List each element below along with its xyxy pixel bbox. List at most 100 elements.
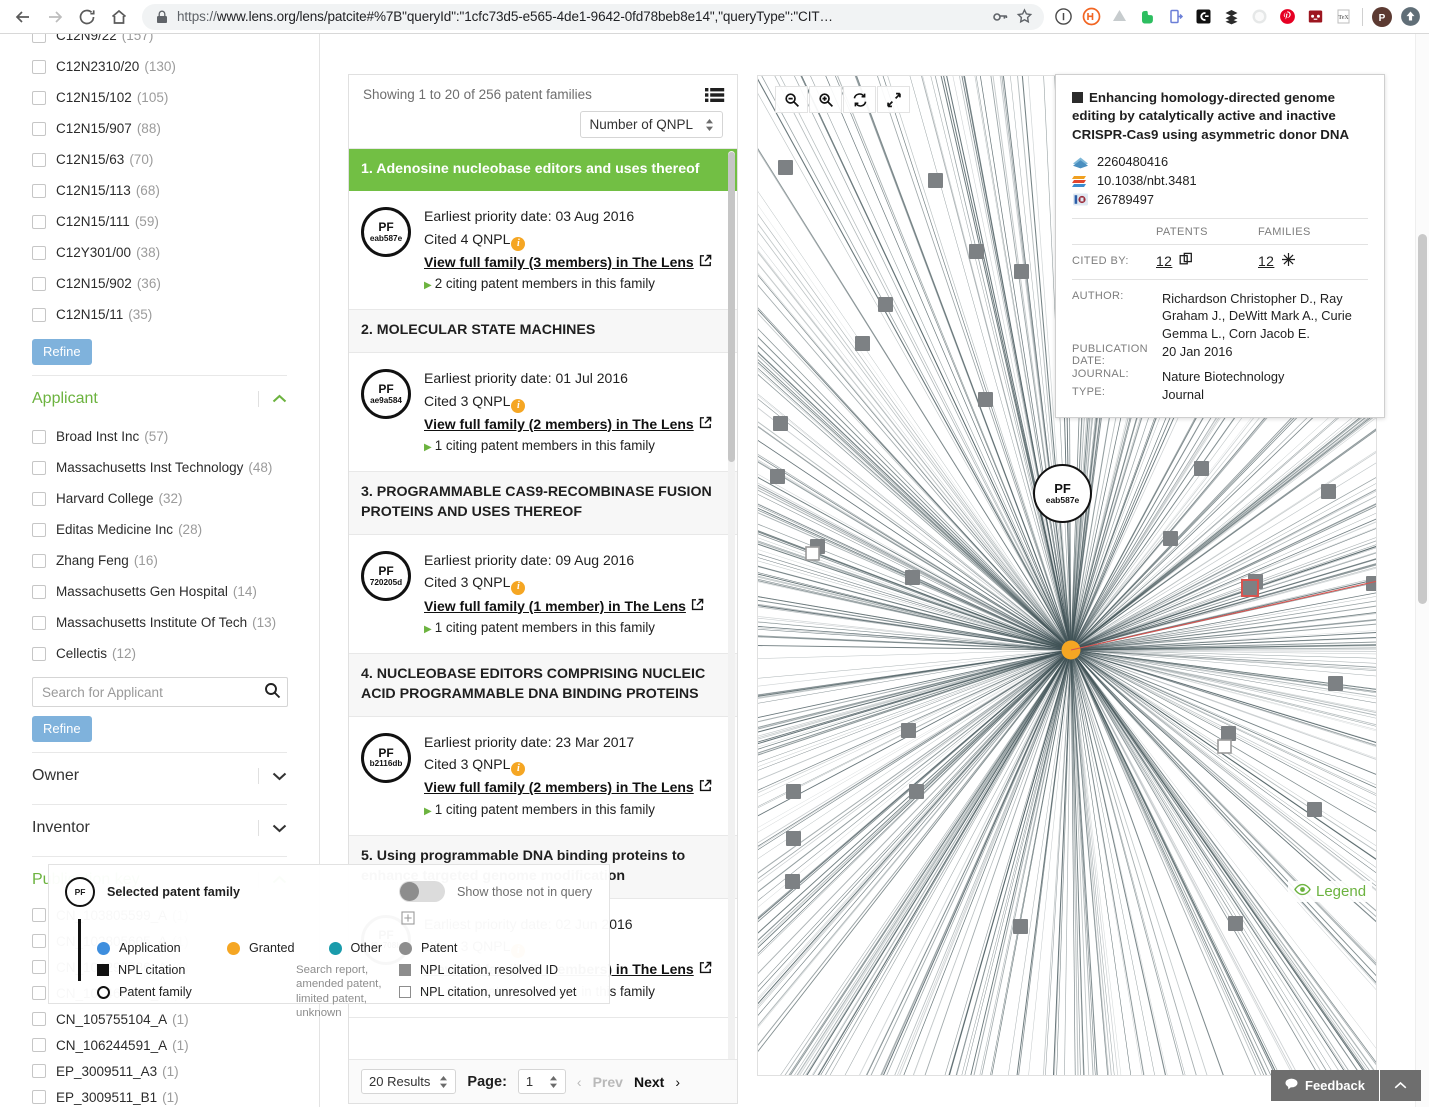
family-title[interactable]: 4. NUCLEOBASE EDITORS COMPRISING NUCLEIC… — [349, 653, 737, 717]
checkbox[interactable] — [32, 1090, 46, 1104]
adblock-icon[interactable] — [1190, 4, 1216, 30]
facet-item[interactable]: EP_3009511_B1 (1) — [32, 1084, 287, 1107]
reload-icon[interactable] — [72, 2, 102, 32]
forward-arrow-icon[interactable] — [40, 2, 70, 32]
facet-item[interactable]: Massachusetts Gen Hospital (14) — [32, 576, 287, 607]
profile-avatar[interactable]: P — [1369, 4, 1395, 30]
network-burst-icon[interactable] — [1281, 252, 1296, 270]
facet-item[interactable]: Massachusetts Institute Of Tech (13) — [32, 607, 287, 638]
prev-chevron-icon[interactable]: ‹ — [577, 1074, 582, 1090]
results-per-page-select[interactable]: 20 Results — [361, 1069, 457, 1094]
mendeley-icon[interactable] — [1302, 4, 1328, 30]
checkbox[interactable] — [32, 276, 46, 291]
facet-item[interactable]: Cellectis (12) — [32, 638, 287, 669]
facet-item[interactable]: C12Y301/00 (38) — [32, 237, 287, 268]
facet-item[interactable]: Massachusetts Inst Technology (48) — [32, 452, 287, 483]
info-icon[interactable]: i — [511, 236, 526, 251]
checkbox[interactable] — [32, 1038, 46, 1052]
pubmed-id-value[interactable]: 26789497 — [1097, 192, 1154, 207]
checkbox[interactable] — [32, 34, 46, 43]
facet-item[interactable]: C12N2310/20 (130) — [32, 51, 287, 82]
honey-icon[interactable] — [1078, 4, 1104, 30]
checkbox[interactable] — [32, 214, 46, 229]
view-full-family-link[interactable]: View full family (2 members) in The Lens — [424, 776, 694, 799]
checkbox[interactable] — [32, 960, 46, 974]
section-header-inventor[interactable]: Inventor — [32, 804, 287, 850]
expand-icon[interactable] — [877, 86, 910, 113]
checkbox[interactable] — [32, 934, 46, 948]
facet-item[interactable]: C12N15/907 (88) — [32, 113, 287, 144]
results-scrollbar-thumb[interactable] — [728, 152, 735, 462]
zoom-in-icon[interactable] — [809, 86, 842, 113]
checkbox[interactable] — [32, 429, 46, 444]
facet-item[interactable]: CN_106244591_A (1) — [32, 1032, 287, 1058]
tex-icon[interactable]: TeX — [1330, 4, 1356, 30]
external-link-icon[interactable] — [699, 416, 712, 432]
checkbox[interactable] — [32, 183, 46, 198]
address-bar[interactable]: https://www.lens.org/lens/patcite#%7B"qu… — [142, 3, 1044, 30]
key-icon[interactable] — [988, 5, 1012, 29]
star-icon[interactable] — [1012, 5, 1036, 29]
external-link-icon[interactable] — [699, 961, 712, 977]
info-icon[interactable]: i — [511, 398, 526, 413]
facet-item[interactable]: C12N15/111 (59) — [32, 206, 287, 237]
view-full-family-link[interactable]: View full family (2 members) in The Lens — [424, 413, 694, 436]
family-title[interactable]: 2. MOLECULAR STATE MACHINES — [349, 310, 737, 353]
pinterest-icon[interactable] — [1274, 4, 1300, 30]
checkbox[interactable] — [32, 460, 46, 475]
evernote-icon[interactable] — [1134, 4, 1160, 30]
facet-item[interactable]: C12N15/902 (36) — [32, 268, 287, 299]
sort-select[interactable]: Number of QNPL — [580, 111, 723, 138]
search-input-applicant[interactable] — [32, 677, 288, 707]
facet-item[interactable]: C12N15/11 (35) — [32, 299, 287, 330]
facet-item[interactable]: C12N15/102 (105) — [32, 82, 287, 113]
checkbox[interactable] — [32, 121, 46, 136]
checkbox[interactable] — [32, 152, 46, 167]
buffer-icon[interactable] — [1218, 4, 1244, 30]
prev-page-link[interactable]: Prev — [593, 1074, 623, 1090]
back-arrow-icon[interactable] — [8, 2, 38, 32]
checkbox[interactable] — [32, 908, 46, 922]
refresh-icon[interactable] — [843, 86, 876, 113]
home-icon[interactable] — [104, 2, 134, 32]
legend-toggle-button[interactable]: Legend — [1288, 881, 1373, 902]
patent-family-badge[interactable]: PF b2116db — [361, 732, 411, 783]
view-full-family-link[interactable]: View full family (3 members) in The Lens — [424, 251, 694, 274]
info-icon[interactable]: i — [511, 762, 526, 777]
info-circle-icon[interactable] — [1050, 4, 1076, 30]
checkbox[interactable] — [32, 553, 46, 568]
info-icon[interactable]: i — [511, 580, 526, 595]
page-number-select[interactable]: 1 — [517, 1069, 566, 1094]
ghost-icon[interactable] — [1246, 4, 1272, 30]
update-icon[interactable] — [1397, 4, 1423, 30]
external-link-icon[interactable] — [699, 779, 712, 795]
feedback-button[interactable]: Feedback — [1271, 1070, 1379, 1101]
checkbox[interactable] — [32, 307, 46, 322]
search-icon[interactable] — [264, 682, 281, 702]
copy-patents-icon[interactable] — [1179, 252, 1194, 270]
lens-id-value[interactable]: 2260480416 — [1097, 154, 1168, 169]
selected-patent-family-node[interactable]: PF eab587e — [1033, 464, 1092, 523]
facet-item[interactable]: EP_3009511_A3 (1) — [32, 1058, 287, 1084]
checkbox[interactable] — [32, 986, 46, 1000]
family-title[interactable]: 1. Adenosine nucleobase editors and uses… — [349, 149, 737, 191]
chevron-up-icon[interactable] — [258, 391, 287, 407]
checkbox[interactable] — [32, 522, 46, 537]
chevron-down-icon[interactable] — [258, 820, 287, 836]
refine-button-cpc[interactable]: Refine — [32, 339, 92, 365]
zoom-out-icon[interactable] — [775, 86, 808, 113]
section-header-owner[interactable]: Owner — [32, 752, 287, 798]
patent-family-badge[interactable]: PF eab587e — [361, 206, 411, 257]
facet-item[interactable]: C12N15/63 (70) — [32, 144, 287, 175]
facet-item[interactable]: Broad Inst Inc (57) — [32, 421, 287, 452]
cited-by-patents-value[interactable]: 12 — [1156, 253, 1172, 269]
next-page-link[interactable]: Next — [634, 1074, 664, 1090]
checkbox[interactable] — [32, 59, 46, 74]
next-chevron-icon[interactable]: › — [675, 1074, 680, 1090]
facet-item[interactable]: C12N9/22 (157) — [32, 34, 287, 51]
facet-item[interactable]: Editas Medicine Inc (28) — [32, 514, 287, 545]
patent-family-badge[interactable]: PF ae9a584 — [361, 368, 411, 419]
checkbox[interactable] — [32, 491, 46, 506]
checkbox[interactable] — [32, 245, 46, 260]
checkbox[interactable] — [32, 646, 46, 661]
